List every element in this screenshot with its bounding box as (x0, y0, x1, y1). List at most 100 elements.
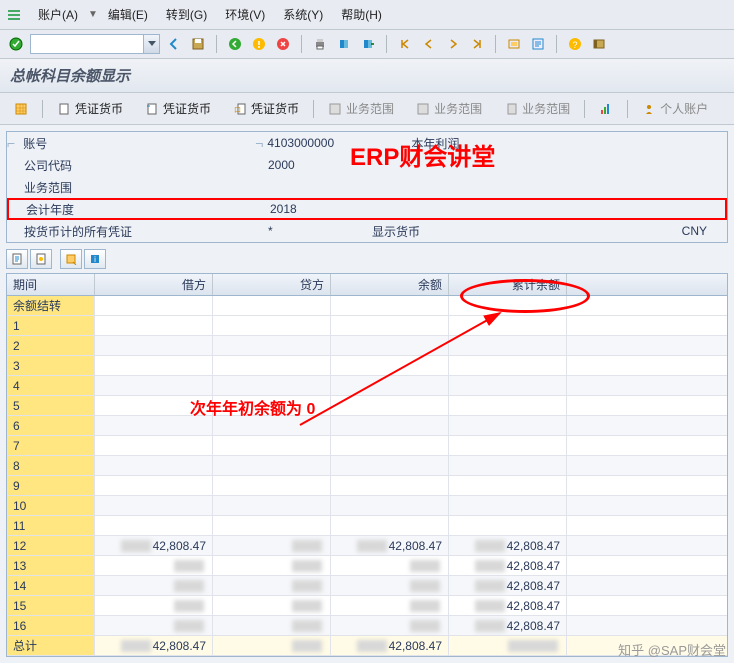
tab-business-area-1[interactable]: 业务范围 (320, 97, 402, 120)
grid-doc-button[interactable] (6, 249, 28, 269)
doc-icon (145, 102, 159, 116)
doc-icon (57, 102, 71, 116)
svg-text:?: ? (572, 40, 577, 50)
tab-label: 业务范围 (434, 100, 482, 117)
chevron-down-icon[interactable] (143, 35, 159, 53)
table-row[interactable]: 8 (7, 456, 727, 476)
field-label: 会计年度 (18, 201, 138, 218)
all-docs-value[interactable]: * (264, 224, 364, 238)
toolbar-separator (301, 35, 302, 53)
table-row[interactable]: 1442,808.47 (7, 576, 727, 596)
fiscal-year-value[interactable]: 2018 (266, 202, 406, 216)
find-button[interactable] (334, 34, 354, 54)
grid-icon (14, 102, 28, 116)
tab-business-area-2[interactable]: 业务范围 (408, 97, 490, 120)
back-green-button[interactable] (225, 34, 245, 54)
back-button[interactable] (164, 34, 184, 54)
menu-dropdown-icon[interactable]: ▼ (88, 9, 98, 20)
grid-icon (328, 102, 342, 116)
tab-personal-account[interactable]: 个人账户 (634, 97, 716, 120)
tab-grid[interactable] (6, 99, 36, 119)
tab-doc-currency-1[interactable]: 凭证货币 (49, 97, 131, 120)
table-row[interactable]: 11 (7, 516, 727, 536)
grid-info-button[interactable]: i (84, 249, 106, 269)
svg-text:i: i (94, 255, 96, 264)
help-button[interactable]: ? (565, 34, 585, 54)
person-icon (642, 102, 656, 116)
field-fiscal-year: 会计年度 2018 (7, 198, 727, 220)
find-next-button[interactable] (358, 34, 378, 54)
table-row[interactable]: 1642,808.47 (7, 616, 727, 636)
tab-label: 个人账户 (660, 100, 708, 117)
tab-doc-currency-3[interactable]: 口 凭证货币 (225, 97, 307, 120)
app-menu-icon[interactable] (6, 7, 22, 23)
col-header-cumulative[interactable]: 累计余额 (449, 274, 567, 295)
prev-page-button[interactable] (419, 34, 439, 54)
menu-account[interactable]: 账户(A) (30, 4, 86, 25)
bracket-icon: ¬ (255, 135, 263, 151)
carry-forward-label: 余额结转 (7, 296, 95, 315)
svg-text:口: 口 (234, 106, 241, 114)
menu-goto[interactable]: 转到(G) (158, 4, 215, 25)
grid-doc2-button[interactable] (30, 249, 52, 269)
doc-prefix-icon: 口 (233, 102, 247, 116)
balance-grid: 期间 借方 贷方 余额 累计余额 余额结转 12345678910111242,… (6, 273, 728, 657)
next-page-button[interactable] (443, 34, 463, 54)
total-balance: 42,808.47 (331, 636, 449, 655)
secondary-toolbar: 凭证货币 凭证货币 口 凭证货币 业务范围 业务范围 业务范围 个人账户 (0, 93, 734, 125)
table-row[interactable]: 3 (7, 356, 727, 376)
field-all-documents: 按货币计的所有凭证 * 显示货币 CNY (7, 220, 727, 242)
cancel-button[interactable] (273, 34, 293, 54)
tab-label: 凭证货币 (163, 100, 211, 117)
col-header-debit[interactable]: 借方 (95, 274, 213, 295)
col-header-balance[interactable]: 余额 (331, 274, 449, 295)
menu-edit[interactable]: 编辑(E) (100, 4, 156, 25)
total-cumulative (449, 636, 567, 655)
ok-button[interactable] (6, 34, 26, 54)
print-button[interactable] (310, 34, 330, 54)
table-row[interactable]: 2 (7, 336, 727, 356)
exit-button[interactable] (249, 34, 269, 54)
table-row[interactable]: 7 (7, 436, 727, 456)
table-row[interactable]: 10 (7, 496, 727, 516)
table-row[interactable]: 1 (7, 316, 727, 336)
content-area: ⌐ 账号 ¬ 4103000000 本年利润 公司代码 2000 业务范围 会计… (0, 125, 734, 663)
bracket-icon: ⌐ (7, 135, 15, 151)
shortcut-button[interactable] (528, 34, 548, 54)
col-header-credit[interactable]: 贷方 (213, 274, 331, 295)
table-row[interactable]: 6 (7, 416, 727, 436)
table-row[interactable]: 1542,808.47 (7, 596, 727, 616)
table-row[interactable]: 5 (7, 396, 727, 416)
page-title: 总帐科目余额显示 (0, 59, 734, 93)
first-page-button[interactable] (395, 34, 415, 54)
tab-label: 凭证货币 (251, 100, 299, 117)
watermark: 知乎 @SAP财会堂 (618, 640, 726, 659)
table-row[interactable]: 9 (7, 476, 727, 496)
last-page-button[interactable] (467, 34, 487, 54)
layout-button[interactable] (589, 34, 609, 54)
command-field[interactable] (30, 34, 160, 54)
carry-forward-row[interactable]: 余额结转 (7, 296, 727, 316)
main-toolbar: ? (0, 30, 734, 59)
menu-help[interactable]: 帮助(H) (333, 4, 390, 25)
col-header-period[interactable]: 期间 (7, 274, 95, 295)
toolbar-separator (216, 35, 217, 53)
field-label: 业务范围 (16, 179, 136, 196)
grid-export-button[interactable] (60, 249, 82, 269)
tab-separator (42, 100, 43, 118)
new-session-button[interactable] (504, 34, 524, 54)
currency-value: CNY (682, 224, 727, 238)
tab-business-area-3[interactable]: 业务范围 (496, 97, 578, 120)
menu-environment[interactable]: 环境(V) (217, 4, 273, 25)
tab-chart[interactable] (591, 99, 621, 119)
grid-icon (416, 102, 430, 116)
table-row[interactable]: 4 (7, 376, 727, 396)
table-row[interactable]: 1342,808.47 (7, 556, 727, 576)
grid-header: 期间 借方 贷方 余额 累计余额 (7, 274, 727, 296)
save-button[interactable] (188, 34, 208, 54)
tab-doc-currency-2[interactable]: 凭证货币 (137, 97, 219, 120)
menu-system[interactable]: 系统(Y) (275, 4, 331, 25)
annotation-note: 次年年初余额为 0 (190, 395, 315, 419)
table-row[interactable]: 1242,808.4742,808.4742,808.47 (7, 536, 727, 556)
toolbar-separator (386, 35, 387, 53)
